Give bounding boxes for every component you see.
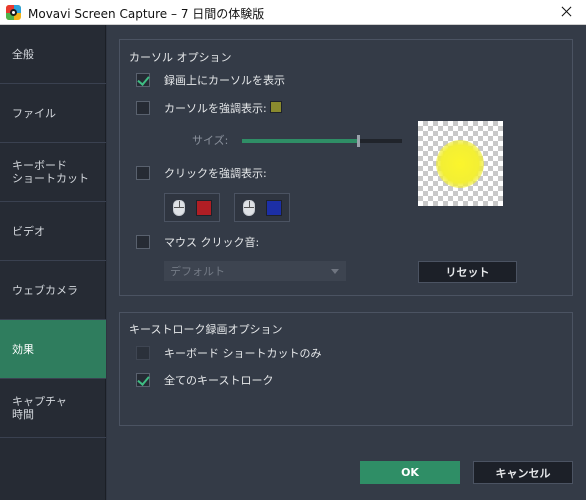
show-cursor-label: 録画上にカーソルを表示	[164, 74, 285, 87]
cursor-highlight-color-swatch[interactable]	[270, 101, 282, 113]
sidebar-item-webcam[interactable]: ウェブカメラ	[0, 261, 106, 320]
mouse-icon	[173, 200, 185, 216]
left-click-color-swatch	[196, 200, 212, 216]
sidebar-item-file[interactable]: ファイル	[0, 84, 106, 143]
highlight-clicks-row[interactable]: クリックを強調表示:	[136, 165, 267, 181]
sidebar-item-video[interactable]: ビデオ	[0, 202, 106, 261]
mouse-click-sound-label: マウス クリック音:	[164, 236, 260, 249]
mouse-click-sound-checkbox[interactable]	[136, 235, 150, 249]
right-click-color-picker[interactable]	[234, 193, 290, 222]
left-click-color-picker[interactable]	[164, 193, 220, 222]
cursor-options-title: カーソル オプション	[129, 51, 232, 64]
cursor-highlight-preview	[436, 140, 484, 188]
sidebar-item-keyboard-shortcuts[interactable]: キーボード ショートカット	[0, 143, 106, 202]
chevron-down-icon	[331, 269, 339, 274]
size-slider-fill	[242, 139, 358, 143]
reset-button[interactable]: リセット	[418, 261, 517, 283]
ok-button[interactable]: OK	[360, 461, 460, 484]
all-keystrokes-label: 全てのキーストローク	[164, 374, 274, 387]
size-slider-handle[interactable]	[357, 135, 360, 147]
size-label: サイズ:	[192, 134, 229, 147]
sidebar-item-capture-time[interactable]: キャプチャ 時間	[0, 379, 106, 438]
sidebar: 全般 ファイル キーボード ショートカット ビデオ ウェブカメラ 効果 キャプチ…	[0, 25, 106, 500]
keystroke-options-title: キーストローク録画オプション	[129, 323, 283, 336]
highlight-cursor-row[interactable]: カーソルを強調表示:	[136, 100, 267, 116]
all-keystrokes-row[interactable]: 全てのキーストローク	[136, 372, 273, 388]
sidebar-item-general[interactable]: 全般	[0, 25, 106, 84]
highlight-clicks-checkbox[interactable]	[136, 166, 150, 180]
shortcuts-only-checkbox[interactable]	[136, 346, 150, 360]
movavi-app-icon	[6, 5, 21, 20]
shortcuts-only-label: キーボード ショートカットのみ	[164, 347, 322, 360]
click-sound-select-value: デフォルト	[170, 265, 225, 278]
close-icon[interactable]	[546, 0, 586, 24]
size-slider[interactable]	[242, 135, 402, 147]
title-bar: Movavi Screen Capture – 7 日間の体験版	[0, 0, 586, 25]
cursor-preview	[418, 121, 503, 206]
sidebar-item-effects[interactable]: 効果	[0, 320, 106, 379]
show-cursor-checkbox[interactable]	[136, 73, 150, 87]
mouse-icon	[243, 200, 255, 216]
window-title: Movavi Screen Capture – 7 日間の体験版	[28, 7, 265, 21]
highlight-clicks-label: クリックを強調表示:	[164, 167, 267, 180]
highlight-cursor-checkbox[interactable]	[136, 101, 150, 115]
right-click-color-swatch	[266, 200, 282, 216]
settings-panel: カーソル オプション 録画上にカーソルを表示 カーソルを強調表示: サイズ: ク…	[107, 25, 586, 500]
show-cursor-row[interactable]: 録画上にカーソルを表示	[136, 72, 285, 88]
click-sound-select[interactable]: デフォルト	[164, 261, 346, 281]
highlight-cursor-label: カーソルを強調表示:	[164, 102, 267, 115]
all-keystrokes-checkbox[interactable]	[136, 373, 150, 387]
mouse-click-sound-row[interactable]: マウス クリック音:	[136, 234, 259, 250]
cancel-button[interactable]: キャンセル	[473, 461, 573, 484]
shortcuts-only-row[interactable]: キーボード ショートカットのみ	[136, 345, 322, 361]
